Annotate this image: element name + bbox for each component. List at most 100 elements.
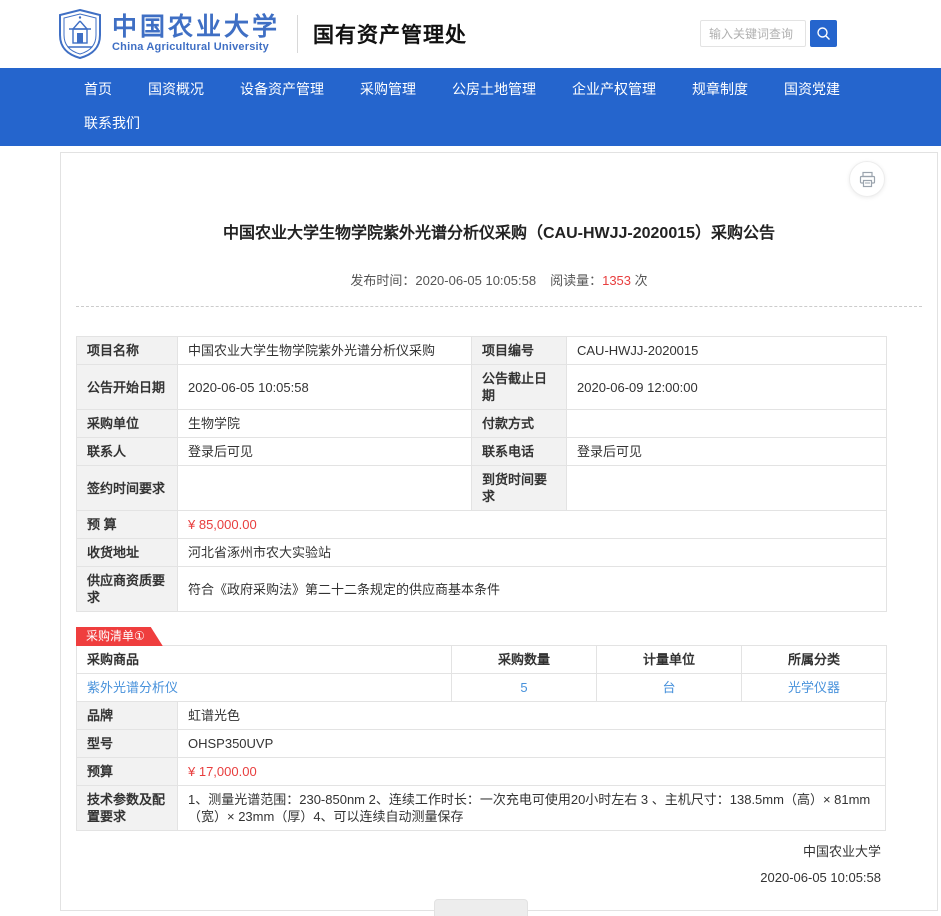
search-input[interactable]	[700, 20, 806, 47]
nav-item-party[interactable]: 国资党建	[784, 79, 840, 99]
item-detail-table: 品牌 虹谱光色 型号 OHSP350UVP 预算 ¥ 17,000.00 技术参…	[76, 701, 886, 831]
bottom-action-button-partial[interactable]	[434, 899, 528, 916]
info-value: 2020-06-09 12:00:00	[567, 365, 887, 410]
col-header-category: 所属分类	[742, 646, 887, 674]
item-budget-value: ¥ 17,000.00	[178, 758, 886, 786]
header-divider	[297, 15, 298, 53]
info-label: 项目名称	[77, 337, 178, 365]
table-row: 供应商资质要求 符合《政府采购法》第二十二条规定的供应商基本条件	[77, 567, 887, 612]
signature-org: 中国农业大学	[61, 839, 881, 865]
views-label: 阅读量：	[550, 273, 602, 288]
info-value	[567, 466, 887, 511]
nav-row-1: 首页 国资概况 设备资产管理 采购管理 公房土地管理 企业产权管理 规章制度 国…	[84, 79, 941, 99]
print-button[interactable]	[849, 161, 885, 197]
nav-row-2: 联系我们	[84, 113, 941, 133]
page: 中国农业大学 China Agricultural University 国有资…	[0, 0, 941, 916]
table-row: 预 算 ¥ 85,000.00	[77, 511, 887, 539]
table-row: 联系人 登录后可见 联系电话 登录后可见	[77, 438, 887, 466]
views-suffix: 次	[635, 273, 648, 288]
logo-name-cn: 中国农业大学	[112, 15, 280, 41]
table-row: 技术参数及配置要求 1、测量光谱范围：230-850nm 2、连续工作时长：一次…	[77, 786, 886, 831]
info-value: CAU-HWJJ-2020015	[567, 337, 887, 365]
info-label: 联系电话	[472, 438, 567, 466]
procurement-list-tag: 采购清单①	[76, 627, 163, 646]
main-nav: 首页 国资概况 设备资产管理 采购管理 公房土地管理 企业产权管理 规章制度 国…	[0, 68, 941, 146]
article-meta: 发布时间：2020-06-05 10:05:58 阅读量：1353 次	[61, 270, 937, 289]
nav-item-housing-land[interactable]: 公房土地管理	[452, 79, 536, 99]
signature-block: 中国农业大学 2020-06-05 10:05:58	[61, 839, 881, 891]
nav-item-enterprise[interactable]: 企业产权管理	[572, 79, 656, 99]
site-header: 中国农业大学 China Agricultural University 国有资…	[0, 0, 941, 68]
publish-time-label: 发布时间：	[350, 273, 415, 288]
search-bar	[700, 20, 837, 47]
info-value: 中国农业大学生物学院紫外光谱分析仪采购	[178, 337, 472, 365]
nav-item-home[interactable]: 首页	[84, 79, 112, 99]
article-card: 中国农业大学生物学院紫外光谱分析仪采购（CAU-HWJJ-2020015）采购公…	[60, 152, 938, 911]
table-row: 型号 OHSP350UVP	[77, 730, 886, 758]
info-value: 登录后可见	[178, 438, 472, 466]
info-label: 签约时间要求	[77, 466, 178, 511]
university-emblem-icon	[57, 9, 103, 59]
logo-text: 中国农业大学 China Agricultural University	[112, 15, 280, 53]
info-value: 2020-06-05 10:05:58	[178, 365, 472, 410]
quantity-value: 5	[452, 674, 597, 702]
detail-label: 品牌	[77, 702, 178, 730]
search-icon	[816, 26, 831, 41]
info-value: 登录后可见	[567, 438, 887, 466]
table-row: 采购单位 生物学院 付款方式	[77, 410, 887, 438]
nav-item-overview[interactable]: 国资概况	[148, 79, 204, 99]
divider-dashed-top	[76, 306, 922, 307]
procurement-list-table: 采购商品 采购数量 计量单位 所属分类 紫外光谱分析仪 5 台 光学仪器	[76, 645, 887, 702]
detail-label: 预算	[77, 758, 178, 786]
brand-value: 虹谱光色	[178, 702, 886, 730]
signature-date: 2020-06-05 10:05:58	[61, 865, 881, 891]
col-header-product: 采购商品	[77, 646, 452, 674]
table-row: 公告开始日期 2020-06-05 10:05:58 公告截止日期 2020-0…	[77, 365, 887, 410]
views-count: 1353	[602, 273, 631, 288]
detail-label: 型号	[77, 730, 178, 758]
info-label: 项目编号	[472, 337, 567, 365]
nav-item-procurement[interactable]: 采购管理	[360, 79, 416, 99]
table-row: 签约时间要求 到货时间要求	[77, 466, 887, 511]
table-row: 项目名称 中国农业大学生物学院紫外光谱分析仪采购 项目编号 CAU-HWJJ-2…	[77, 337, 887, 365]
university-logo[interactable]: 中国农业大学 China Agricultural University	[57, 9, 280, 59]
search-button[interactable]	[810, 20, 837, 47]
model-value: OHSP350UVP	[178, 730, 886, 758]
nav-item-equipment[interactable]: 设备资产管理	[240, 79, 324, 99]
table-row: 紫外光谱分析仪 5 台 光学仪器	[77, 674, 887, 702]
category-link[interactable]: 光学仪器	[788, 680, 840, 695]
info-label: 预 算	[77, 511, 178, 539]
info-value	[567, 410, 887, 438]
info-label: 公告开始日期	[77, 365, 178, 410]
detail-label: 技术参数及配置要求	[77, 786, 178, 831]
info-label: 到货时间要求	[472, 466, 567, 511]
info-label: 采购单位	[77, 410, 178, 438]
unit-value: 台	[597, 674, 742, 702]
printer-icon	[859, 171, 876, 188]
info-label: 供应商资质要求	[77, 567, 178, 612]
info-value	[178, 466, 472, 511]
info-value: 符合《政府采购法》第二十二条规定的供应商基本条件	[178, 567, 887, 612]
publish-time-value: 2020-06-05 10:05:58	[415, 273, 536, 288]
nav-item-contact[interactable]: 联系我们	[84, 113, 140, 133]
info-value: 河北省涿州市农大实验站	[178, 539, 887, 567]
info-label: 收货地址	[77, 539, 178, 567]
site-title: 国有资产管理处	[313, 19, 467, 49]
product-link[interactable]: 紫外光谱分析仪	[87, 680, 178, 695]
project-info-table: 项目名称 中国农业大学生物学院紫外光谱分析仪采购 项目编号 CAU-HWJJ-2…	[76, 336, 887, 612]
tech-specs-value: 1、测量光谱范围：230-850nm 2、连续工作时长：一次充电可使用20小时左…	[178, 786, 886, 831]
info-label: 付款方式	[472, 410, 567, 438]
article-title: 中国农业大学生物学院紫外光谱分析仪采购（CAU-HWJJ-2020015）采购公…	[121, 223, 877, 245]
table-header-row: 采购商品 采购数量 计量单位 所属分类	[77, 646, 887, 674]
col-header-quantity: 采购数量	[452, 646, 597, 674]
col-header-unit: 计量单位	[597, 646, 742, 674]
table-row: 品牌 虹谱光色	[77, 702, 886, 730]
table-row: 收货地址 河北省涿州市农大实验站	[77, 539, 887, 567]
nav-item-rules[interactable]: 规章制度	[692, 79, 748, 99]
info-label: 公告截止日期	[472, 365, 567, 410]
info-label: 联系人	[77, 438, 178, 466]
info-value: 生物学院	[178, 410, 472, 438]
logo-name-en: China Agricultural University	[112, 41, 280, 53]
table-row: 预算 ¥ 17,000.00	[77, 758, 886, 786]
budget-value: ¥ 85,000.00	[178, 511, 887, 539]
